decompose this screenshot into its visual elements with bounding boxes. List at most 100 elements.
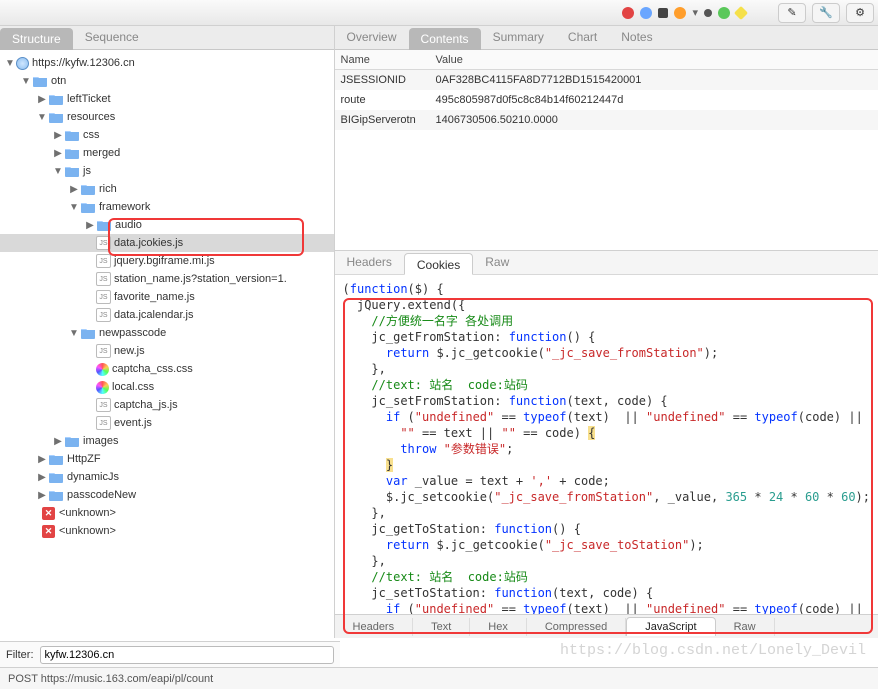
- toolbar-dot[interactable]: [622, 7, 634, 19]
- tab-cookies[interactable]: Cookies: [404, 253, 473, 275]
- folder-icon: [32, 74, 48, 88]
- disclosure-icon[interactable]: [20, 525, 32, 537]
- tree-row[interactable]: ✕<unknown>: [0, 504, 334, 522]
- tree-row[interactable]: JSevent.js: [0, 414, 334, 432]
- folder-icon: [80, 326, 96, 340]
- tab-sequence[interactable]: Sequence: [73, 26, 151, 49]
- tree-label: station_name.js?station_version=1.: [114, 273, 287, 285]
- tree-row[interactable]: ▶css: [0, 126, 334, 144]
- tree-label: newpasscode: [99, 327, 166, 339]
- disclosure-icon[interactable]: [84, 417, 96, 429]
- disclosure-icon[interactable]: [84, 381, 96, 393]
- cookie-name: route: [335, 94, 430, 106]
- tree-row[interactable]: JSstation_name.js?station_version=1.: [0, 270, 334, 288]
- filter-input[interactable]: [40, 646, 335, 664]
- cookie-row[interactable]: route495c805987d0f5c8c84b14f60212447d: [335, 90, 878, 110]
- disclosure-icon[interactable]: [84, 291, 96, 303]
- js-file-icon: JS: [96, 308, 111, 322]
- toolbar-dot[interactable]: [718, 7, 730, 19]
- tree-row[interactable]: local.css: [0, 378, 334, 396]
- tab-structure[interactable]: Structure: [0, 28, 73, 50]
- js-file-icon: JS: [96, 344, 111, 358]
- disclosure-icon[interactable]: ▼: [4, 57, 16, 69]
- folder-icon: [64, 164, 80, 178]
- watermark: https://blog.csdn.net/Lonely_Devil: [560, 642, 866, 659]
- disclosure-icon[interactable]: [84, 237, 96, 249]
- tree-row[interactable]: JScaptcha_js.js: [0, 396, 334, 414]
- disclosure-icon[interactable]: ▶: [52, 129, 64, 141]
- disclosure-icon[interactable]: ▶: [36, 471, 48, 483]
- tree-row[interactable]: captcha_css.css: [0, 360, 334, 378]
- tab-overview[interactable]: Overview: [335, 26, 409, 49]
- folder-icon: [48, 452, 64, 466]
- tree-label: data.jcalendar.js: [114, 309, 194, 321]
- disclosure-icon[interactable]: ▶: [36, 489, 48, 501]
- tree-row[interactable]: ▼ newpasscode: [0, 324, 334, 342]
- tab-raw[interactable]: Raw: [473, 251, 521, 274]
- folder-icon: [48, 92, 64, 106]
- tree-row[interactable]: ▼js: [0, 162, 334, 180]
- tree-row[interactable]: ▶dynamicJs: [0, 468, 334, 486]
- tab-summary[interactable]: Summary: [481, 26, 556, 49]
- toolbar-dot[interactable]: [658, 8, 668, 18]
- tree-row[interactable]: ▼otn: [0, 72, 334, 90]
- tab-contents[interactable]: Contents: [409, 28, 481, 50]
- folder-icon: [64, 434, 80, 448]
- tool-button[interactable]: ✎: [778, 3, 806, 23]
- tool-button[interactable]: ⚙: [846, 3, 874, 23]
- toolbar-dot[interactable]: [640, 7, 652, 19]
- error-icon: ✕: [42, 525, 55, 538]
- disclosure-icon[interactable]: ▼: [68, 327, 80, 339]
- filter-bar: Filter:: [0, 641, 340, 667]
- tab-headers[interactable]: Headers: [335, 251, 404, 274]
- tree-row[interactable]: ▶HttpZF: [0, 450, 334, 468]
- folder-icon: [80, 200, 96, 214]
- tree-row[interactable]: ▼resources: [0, 108, 334, 126]
- tab-chart[interactable]: Chart: [556, 26, 609, 49]
- disclosure-icon[interactable]: ▼: [68, 201, 80, 213]
- tree-row[interactable]: ▶ merged: [0, 144, 334, 162]
- tree-row[interactable]: JSfavorite_name.js: [0, 288, 334, 306]
- disclosure-icon[interactable]: [20, 507, 32, 519]
- tree-row[interactable]: ▼framework: [0, 198, 334, 216]
- right-tabs: Overview Contents Summary Chart Notes: [335, 26, 878, 50]
- css-file-icon: [96, 363, 109, 376]
- cookie-row[interactable]: BIGipServerotn1406730506.50210.0000: [335, 110, 878, 130]
- disclosure-icon[interactable]: [84, 273, 96, 285]
- toolbar-dot[interactable]: [734, 5, 748, 19]
- disclosure-icon[interactable]: [84, 363, 96, 375]
- disclosure-icon[interactable]: ▶: [68, 183, 80, 195]
- disclosure-icon[interactable]: ▶: [52, 147, 64, 159]
- cookie-row[interactable]: JSESSIONID0AF328BC4115FA8D7712BD15154200…: [335, 70, 878, 90]
- disclosure-icon[interactable]: ▶: [52, 435, 64, 447]
- disclosure-icon[interactable]: [84, 399, 96, 411]
- tree-row[interactable]: JSnew.js: [0, 342, 334, 360]
- toolbar-dot[interactable]: [704, 9, 712, 17]
- disclosure-icon[interactable]: ▶: [36, 93, 48, 105]
- tree-row[interactable]: ▼https://kyfw.12306.cn: [0, 54, 334, 72]
- disclosure-icon[interactable]: ▶: [36, 453, 48, 465]
- disclosure-icon[interactable]: [84, 345, 96, 357]
- disclosure-icon[interactable]: ▼: [36, 111, 48, 123]
- disclosure-icon[interactable]: ▼: [52, 165, 64, 177]
- tree-row[interactable]: JSdata.jcalendar.js: [0, 306, 334, 324]
- tool-button[interactable]: 🔧: [812, 3, 840, 23]
- disclosure-icon[interactable]: [84, 309, 96, 321]
- tree-row[interactable]: ▶rich: [0, 180, 334, 198]
- tree-row[interactable]: ✕<unknown>: [0, 522, 334, 540]
- tree-row[interactable]: ▶passcodeNew: [0, 486, 334, 504]
- disclosure-icon[interactable]: [84, 255, 96, 267]
- cookie-name: BIGipServerotn: [335, 114, 430, 126]
- tree-label: <unknown>: [59, 507, 116, 519]
- tree-label: images: [83, 435, 118, 447]
- tab-notes[interactable]: Notes: [609, 26, 664, 49]
- tree-row[interactable]: ▶leftTicket: [0, 90, 334, 108]
- resource-tree[interactable]: ▼https://kyfw.12306.cn▼otn▶leftTicket▼re…: [0, 50, 334, 638]
- disclosure-icon[interactable]: ▼: [20, 75, 32, 87]
- disclosure-icon[interactable]: ▶: [84, 219, 96, 231]
- folder-icon: [80, 182, 96, 196]
- tree-row[interactable]: ▶ images: [0, 432, 334, 450]
- toolbar-dot[interactable]: [674, 7, 686, 19]
- tree-label: merged: [83, 147, 120, 159]
- col-value: Value: [430, 54, 878, 66]
